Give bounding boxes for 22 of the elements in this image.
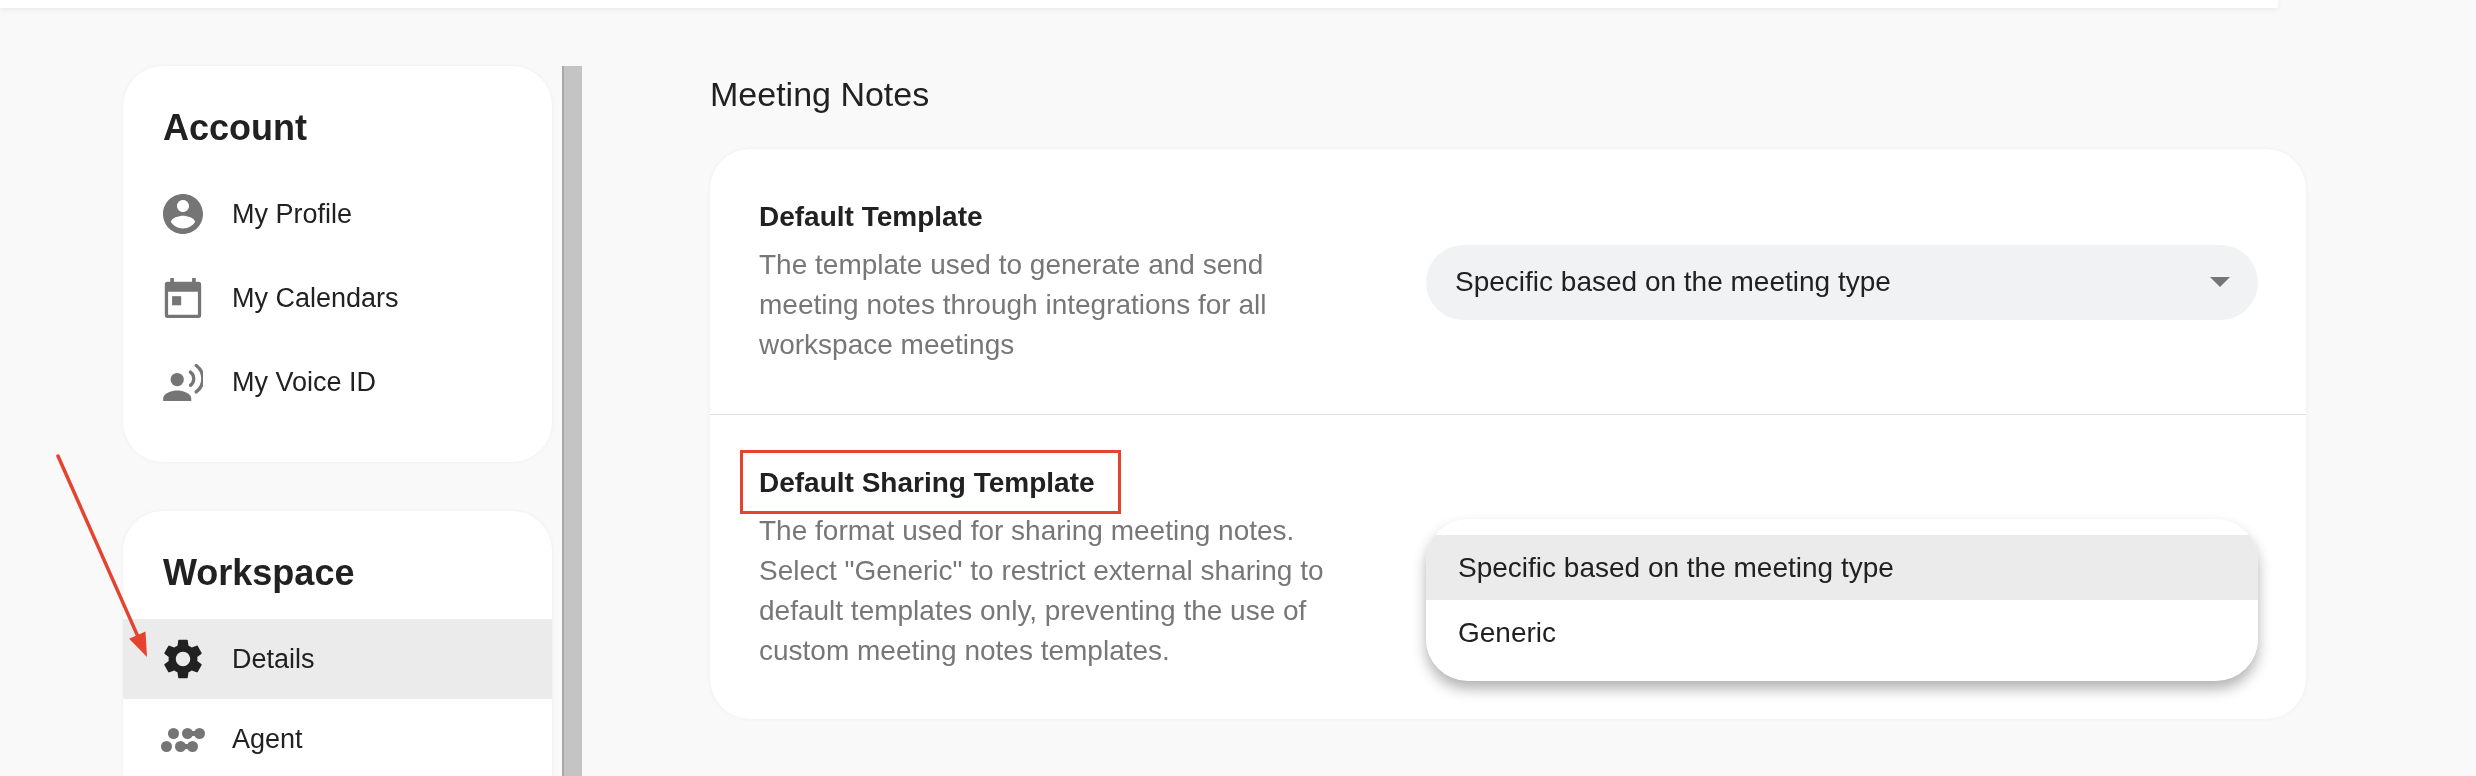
setting-description: The template used to generate and send meeting notes through integrations for all workspace meetings	[759, 248, 1268, 362]
sidebar-item[interactable]: My Voice ID	[123, 342, 552, 422]
calendar-icon	[164, 278, 202, 318]
menu-option[interactable]: Specific based on the meeting type	[1426, 535, 2258, 600]
caret-icon	[2210, 277, 2230, 287]
sidebar-item[interactable]: Agent	[123, 703, 552, 776]
scrollbar[interactable]	[562, 66, 582, 776]
section-heading: Account	[162, 106, 308, 150]
selected-value: Specific based on the meeting type	[1455, 265, 1891, 299]
sidebar-item[interactable]: My Profile	[123, 174, 552, 254]
sidebar-item[interactable]: Details	[123, 619, 552, 699]
setting-label: Default Sharing Template	[759, 466, 1095, 500]
setting-label: Default Template	[759, 200, 983, 234]
section-title: Meeting Notes	[710, 74, 930, 115]
sidebar-item[interactable]: My Calendars	[123, 258, 552, 338]
dots-icon	[161, 727, 205, 752]
gear-icon	[163, 639, 203, 679]
person-sound-waves-icon	[163, 363, 203, 401]
section-heading: Workspace	[162, 551, 356, 595]
menu-option[interactable]: Generic	[1426, 600, 2258, 665]
dropdown-select[interactable]: Specific based on the meeting type	[1426, 244, 2258, 320]
setting-description: The format used for sharing meeting notes. Select "Generic" to restrict external sharing to default templates only, preventing the use of custom meeting notes templates.	[759, 514, 1325, 668]
